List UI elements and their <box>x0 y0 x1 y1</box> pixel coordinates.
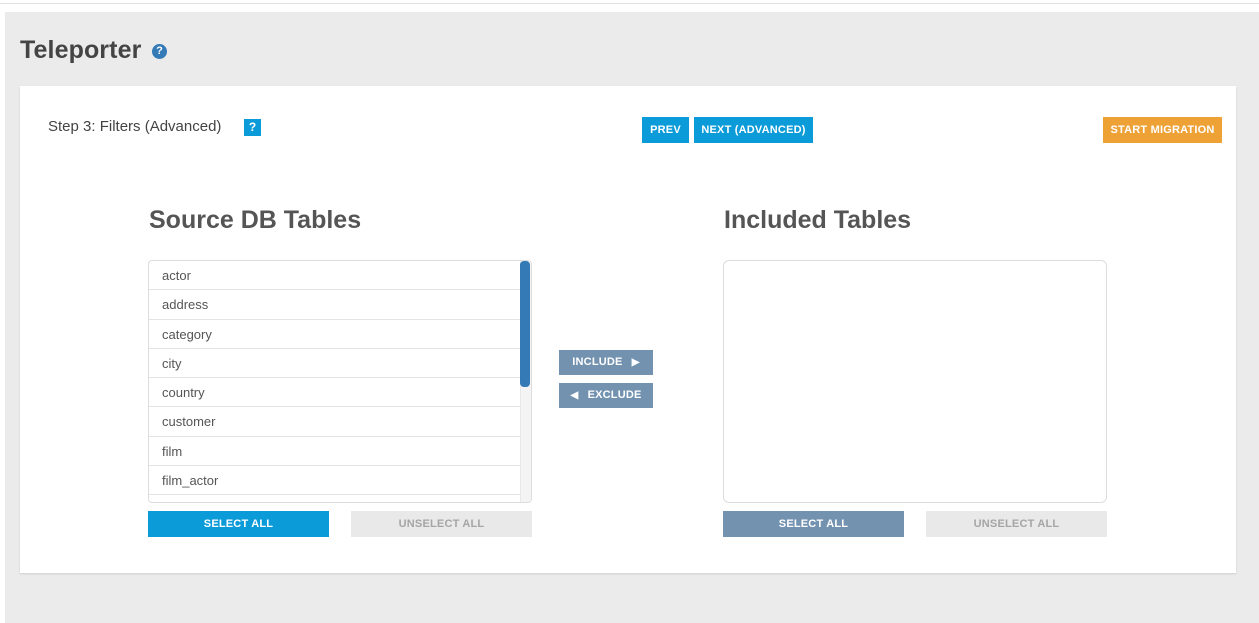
included-select-all-button[interactable]: SELECT ALL <box>723 511 904 537</box>
exclude-button[interactable]: ◀ EXCLUDE <box>559 383 653 408</box>
included-unselect-all-button[interactable]: UNSELECT ALL <box>926 511 1107 537</box>
arrow-left-icon: ◀ <box>570 390 585 401</box>
top-border <box>0 0 1259 4</box>
list-item[interactable]: actor <box>149 261 521 291</box>
included-tables-list[interactable] <box>723 260 1107 503</box>
step-help-icon[interactable]: ? <box>244 119 261 136</box>
prev-button[interactable]: PREV <box>642 117 689 143</box>
list-item[interactable]: film_actor <box>149 466 521 496</box>
list-item[interactable]: address <box>149 290 521 320</box>
source-select-all-button[interactable]: SELECT ALL <box>148 511 329 537</box>
source-tables-title: Source DB Tables <box>149 206 362 234</box>
list-item[interactable]: customer <box>149 407 521 437</box>
question-circle-icon[interactable]: ? <box>152 44 167 59</box>
step-label: Step 3: Filters (Advanced) <box>48 118 222 135</box>
include-button[interactable]: INCLUDE ▶ <box>559 350 653 375</box>
next-advanced-button[interactable]: NEXT (ADVANCED) <box>694 117 813 143</box>
arrow-right-icon: ▶ <box>625 357 640 368</box>
exclude-label: EXCLUDE <box>587 389 642 401</box>
list-item[interactable]: city <box>149 349 521 379</box>
included-tables-title: Included Tables <box>724 206 912 234</box>
list-item[interactable]: category <box>149 320 521 349</box>
include-label: INCLUDE <box>572 356 623 368</box>
page-title: Teleporter <box>20 36 142 64</box>
scrollbar-thumb[interactable] <box>520 261 530 387</box>
scrollbar[interactable] <box>520 261 531 502</box>
start-migration-button[interactable]: START MIGRATION <box>1103 117 1222 143</box>
list-item[interactable]: film <box>149 437 521 467</box>
list-item[interactable]: country <box>149 378 521 408</box>
source-unselect-all-button[interactable]: UNSELECT ALL <box>351 511 532 537</box>
source-tables-list[interactable]: actor address category city country cust… <box>148 260 532 503</box>
